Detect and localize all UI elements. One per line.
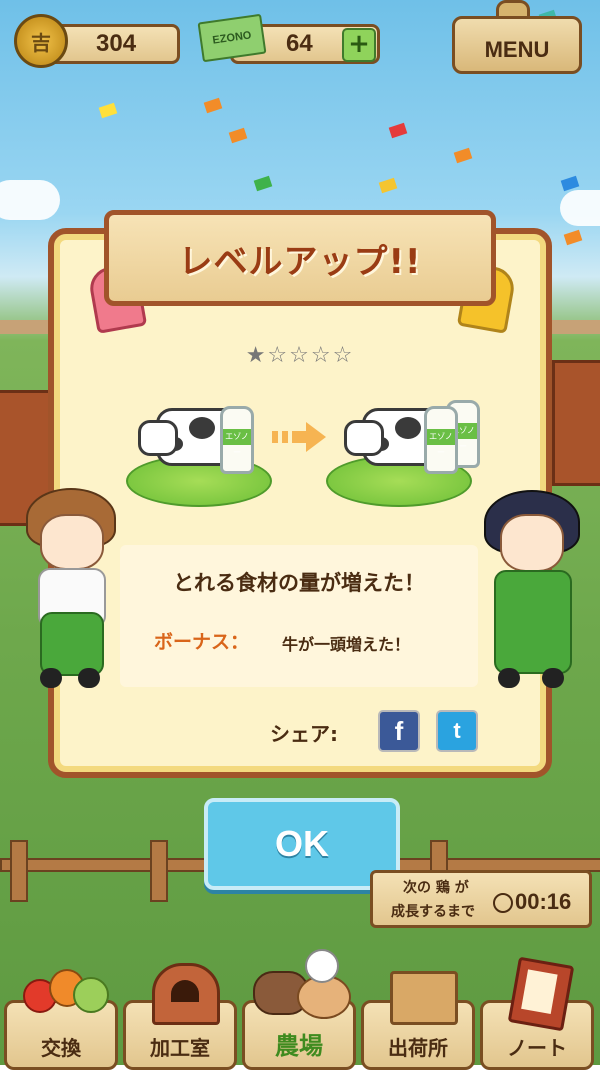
timer-caption-line1: 次の 鶏 が [403, 880, 469, 896]
twitter-share-button[interactable]: t [436, 710, 478, 752]
nav-farm-label: 農場 [275, 1032, 323, 1060]
vegetables-icon [23, 959, 109, 1019]
facebook-icon: f [394, 715, 404, 746]
bottom-nav: 交換 加工室 農場 出荷所 ノート [0, 949, 600, 1070]
nav-shipping[interactable]: 出荷所 [361, 971, 475, 1070]
level-up-message: とれる食材の量が増えた！ [173, 571, 425, 595]
timer-caption-line2: 成長するまで [391, 904, 475, 920]
cow-head [344, 420, 384, 456]
coin-icon: 吉 [14, 14, 68, 68]
growth-timer: 次の 鶏 が 成長するまで 00:16 [370, 870, 592, 928]
notebook-icon [507, 956, 575, 1032]
left-character [18, 488, 118, 698]
level-up-info: とれる食材の量が増えた！ ボーナス： 牛が一頭増えた！ [120, 545, 478, 687]
milk-bottle-icon: エゾノー [424, 406, 458, 474]
shipping-box-icon [390, 971, 458, 1025]
brick-oven-icon [152, 963, 220, 1025]
add-tickets-button[interactable]: + [342, 28, 376, 62]
right-character [480, 490, 580, 700]
cloud [560, 190, 600, 226]
ticket-count: 64 [286, 30, 313, 57]
cloud [0, 180, 60, 220]
timer-value: 00:16 [515, 889, 572, 914]
nav-workshop[interactable]: 加工室 [123, 963, 237, 1070]
cow-head [138, 420, 178, 456]
share-label: シェア: [270, 722, 338, 746]
level-stars: ★☆☆☆☆ [245, 343, 355, 368]
dialog-title: レベルアップ!! [178, 241, 422, 282]
stopwatch-icon [493, 893, 513, 913]
dialog-title-plank: レベルアップ!! [104, 210, 496, 306]
nav-farm[interactable]: 農場 [242, 949, 356, 1070]
twitter-icon: t [453, 718, 461, 743]
facebook-share-button[interactable]: f [378, 710, 420, 752]
bonus-label: ボーナス： [154, 631, 250, 653]
farm-animals-icon [249, 949, 357, 1023]
nav-exchange[interactable]: 交換 [4, 969, 118, 1070]
nav-exchange-label: 交換 [41, 1036, 81, 1060]
nav-workshop-label: 加工室 [150, 1036, 210, 1060]
coin-count: 304 [96, 30, 137, 57]
fence-post [150, 840, 168, 902]
arrow-right-icon [272, 422, 326, 452]
bonus-text: 牛が一頭増えた！ [282, 635, 411, 654]
nav-notebook-label: ノート [507, 1036, 567, 1060]
barn [552, 360, 600, 486]
nav-notebook[interactable]: ノート [480, 956, 594, 1070]
menu-button[interactable]: MENU [452, 16, 582, 74]
fence-post [10, 840, 28, 902]
nav-shipping-label: 出荷所 [388, 1036, 448, 1060]
milk-bottle-icon: エゾノー [220, 406, 254, 474]
